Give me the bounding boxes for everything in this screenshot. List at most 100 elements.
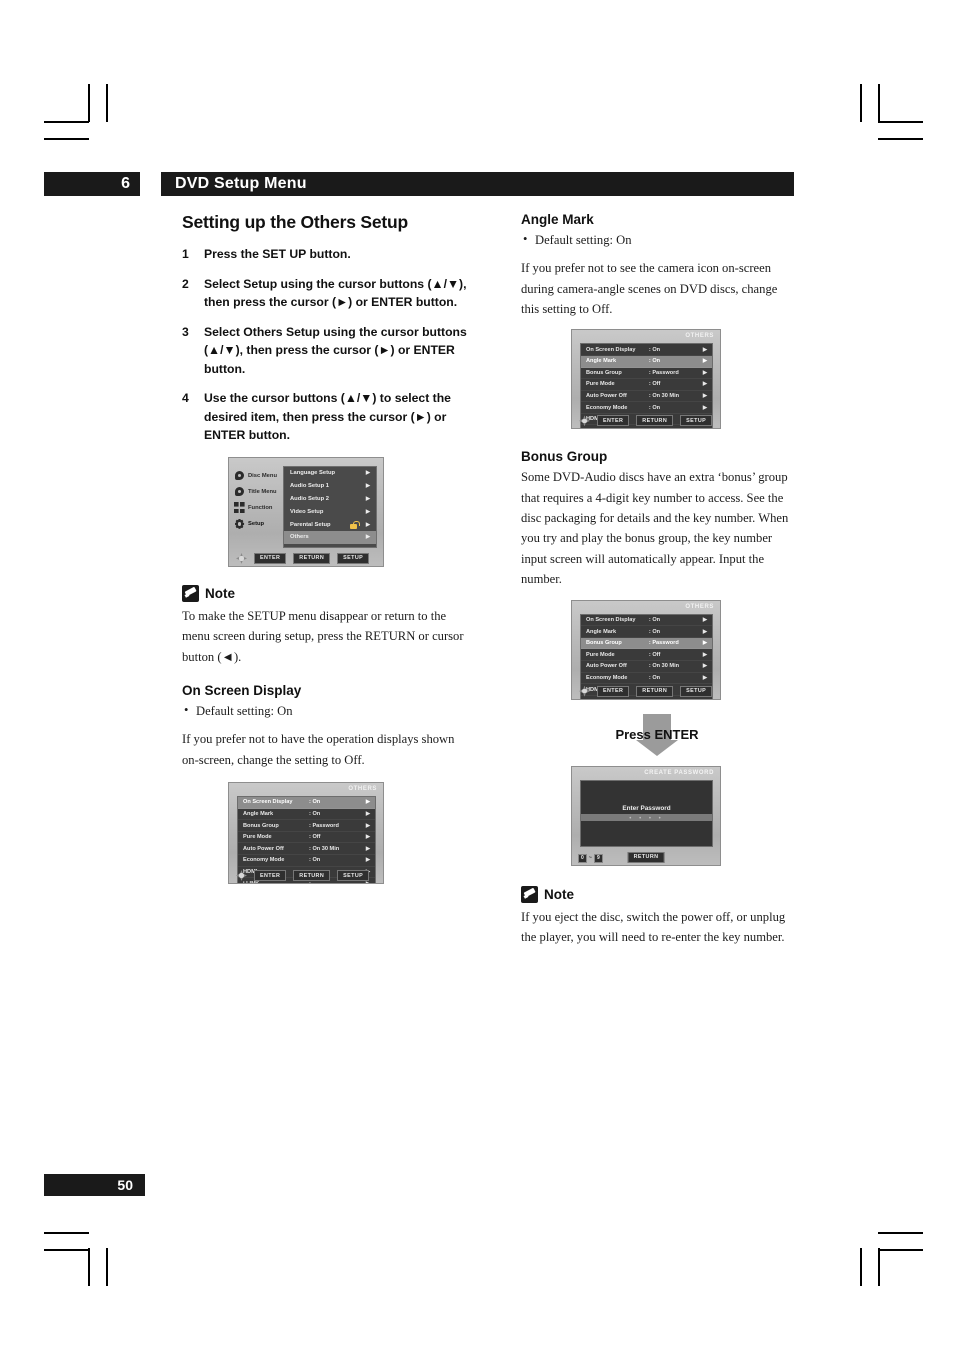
crop-mark-bottom-right	[852, 1232, 923, 1292]
rail-item-label: Setup	[248, 520, 265, 527]
setting-label: Angle Mark	[586, 628, 617, 635]
menu-item-label: Parental Setup	[290, 521, 331, 528]
return-key[interactable]: RETURN	[293, 870, 331, 881]
setting-value: : Password	[648, 640, 679, 647]
return-key[interactable]: RETURN	[627, 851, 665, 863]
setup-key[interactable]: SETUP	[680, 685, 713, 697]
setup-menu-icon-rail: Disc Menu Title Menu Function Setup	[234, 468, 280, 532]
create-password-screenshot: CREATE PASSWORD Enter Password • • • • 0…	[571, 765, 721, 866]
dpad-icon	[236, 553, 247, 564]
setup-key[interactable]: SETUP	[680, 415, 713, 427]
rail-item-label: Disc Menu	[248, 472, 277, 479]
chevron-right-icon: ▶	[702, 358, 707, 365]
rail-item-disc-menu[interactable]: Disc Menu	[234, 468, 280, 484]
table-row[interactable]: Economy Mode : On ▶	[581, 402, 712, 414]
chevron-right-icon: ▶	[365, 534, 370, 541]
setup-key[interactable]: SETUP	[337, 553, 370, 564]
section-heading-bonus-group: Bonus Group	[521, 449, 608, 465]
left-column: Setting up the Others Setup 1 Press the …	[182, 212, 472, 885]
table-row[interactable]: On Screen Display : On ▶	[238, 797, 375, 809]
return-key[interactable]: RETURN	[636, 685, 674, 697]
menu-item-label: Audio Setup 2	[290, 495, 329, 502]
press-enter-label: Press ENTER	[615, 726, 699, 742]
list-item[interactable]: Audio Setup 2 ▶	[284, 493, 376, 506]
lock-icon	[350, 520, 360, 529]
table-row[interactable]: Bonus Group : Password ▶	[581, 637, 712, 650]
setting-value: : On	[309, 857, 321, 864]
enter-key[interactable]: ENTER	[597, 685, 630, 697]
setting-label: Angle Mark	[243, 810, 274, 817]
rail-item-title-menu[interactable]: Title Menu	[234, 484, 280, 500]
setting-value: : On	[309, 799, 321, 806]
list-item[interactable]: Video Setup ▶	[284, 505, 376, 518]
enter-key[interactable]: ENTER	[254, 870, 287, 881]
setting-value: : On	[648, 674, 661, 681]
password-dots: • • • •	[629, 815, 664, 822]
table-row[interactable]: Angle Mark : On ▶	[238, 809, 375, 821]
rail-item-function[interactable]: Function	[234, 500, 280, 516]
table-row[interactable]: Pure Mode : Off ▶	[581, 649, 712, 662]
bonus-group-body-text: Some DVD-Audio discs have an extra ‘bonu…	[521, 470, 789, 587]
enter-key[interactable]: ENTER	[254, 553, 287, 564]
num-key-high: 9	[593, 853, 603, 863]
table-row[interactable]: Economy Mode : On ▶	[581, 673, 712, 685]
list-item[interactable]: Parental Setup ▶	[284, 518, 376, 531]
chevron-right-icon: ▶	[702, 616, 707, 623]
table-row[interactable]: Auto Power Off : On 30 Min ▶	[238, 843, 375, 855]
table-row[interactable]: On Screen Display : On ▶	[581, 344, 712, 356]
setting-value: : Off	[648, 381, 661, 388]
dpad-icon	[579, 415, 590, 426]
chevron-right-icon: ▶	[365, 521, 370, 528]
table-row[interactable]: Auto Power Off : On 30 Min ▶	[581, 391, 712, 403]
table-row[interactable]: Pure Mode : Off ▶	[238, 832, 375, 844]
angle-mark-screenshot: OTHERS On Screen Display : On ▶ Angle Ma…	[571, 329, 721, 430]
table-row[interactable]: Bonus Group : Password ▶	[238, 820, 375, 832]
table-row[interactable]: Bonus Group : Password ▶	[581, 368, 712, 380]
password-entry-box: Enter Password • • • •	[580, 779, 713, 847]
setting-value: : On	[309, 810, 321, 817]
setting-value: :	[649, 428, 699, 429]
chevron-right-icon: ▶	[702, 651, 707, 658]
setting-label: Auto Power Off	[586, 663, 627, 670]
angle-mark-default-list: Default setting: On	[521, 229, 793, 250]
setting-label: Auto Power Off	[243, 845, 284, 852]
setting-label: Pure Mode	[586, 651, 615, 658]
page-title: Setting up the Others Setup	[182, 212, 408, 232]
list-item: Default setting: On	[182, 700, 472, 721]
chevron-right-icon: ▶	[699, 699, 707, 700]
setting-label: Auto Power Off	[586, 392, 627, 399]
chevron-right-icon: ▶	[365, 845, 370, 852]
list-item[interactable]: Audio Setup 1 ▶	[284, 480, 376, 493]
table-row[interactable]: Auto Power Off : On 30 Min ▶	[581, 661, 712, 673]
rail-item-setup[interactable]: Setup	[234, 516, 280, 532]
setup-key[interactable]: SETUP	[337, 870, 370, 881]
crop-mark-top-right	[852, 84, 923, 144]
gear-icon	[234, 518, 245, 529]
chevron-right-icon: ▶	[365, 508, 370, 515]
enter-key[interactable]: ENTER	[597, 415, 630, 427]
return-key[interactable]: RETURN	[293, 553, 331, 564]
setting-value: :	[649, 699, 699, 700]
note-text: If you eject the disc, switch the power …	[521, 909, 786, 945]
table-row[interactable]: Angle Mark : On ▶	[581, 355, 712, 368]
list-item: 1 Press the SET UP button.	[182, 245, 472, 264]
running-header: 6 DVD Setup Menu	[44, 172, 794, 196]
setting-label: Pure Mode	[586, 381, 615, 388]
setting-label: Bonus Group	[586, 640, 622, 647]
chevron-right-icon: ▶	[702, 663, 707, 670]
setting-value: : On	[648, 358, 661, 365]
press-enter-arrow: Press ENTER	[521, 713, 793, 760]
table-row[interactable]: Economy Mode : On ▶	[238, 855, 375, 867]
screenshot-bottom-bar: ENTER RETURN SETUP	[572, 413, 720, 428]
chevron-right-icon: ▶	[702, 369, 707, 376]
list-item[interactable]: Others ▶	[284, 530, 376, 544]
return-key[interactable]: RETURN	[636, 415, 674, 427]
num-range-separator: ~	[588, 855, 592, 862]
chevron-right-icon: ▶	[365, 822, 370, 829]
page-number: 50	[117, 1177, 133, 1193]
table-row[interactable]: On Screen Display : On ▶	[581, 615, 712, 627]
right-column: Angle Mark Default setting: On If you pr…	[521, 212, 793, 957]
list-item[interactable]: Language Setup ▶	[284, 467, 376, 480]
table-row[interactable]: Pure Mode : Off ▶	[581, 379, 712, 391]
table-row[interactable]: Angle Mark : On ▶	[581, 626, 712, 638]
